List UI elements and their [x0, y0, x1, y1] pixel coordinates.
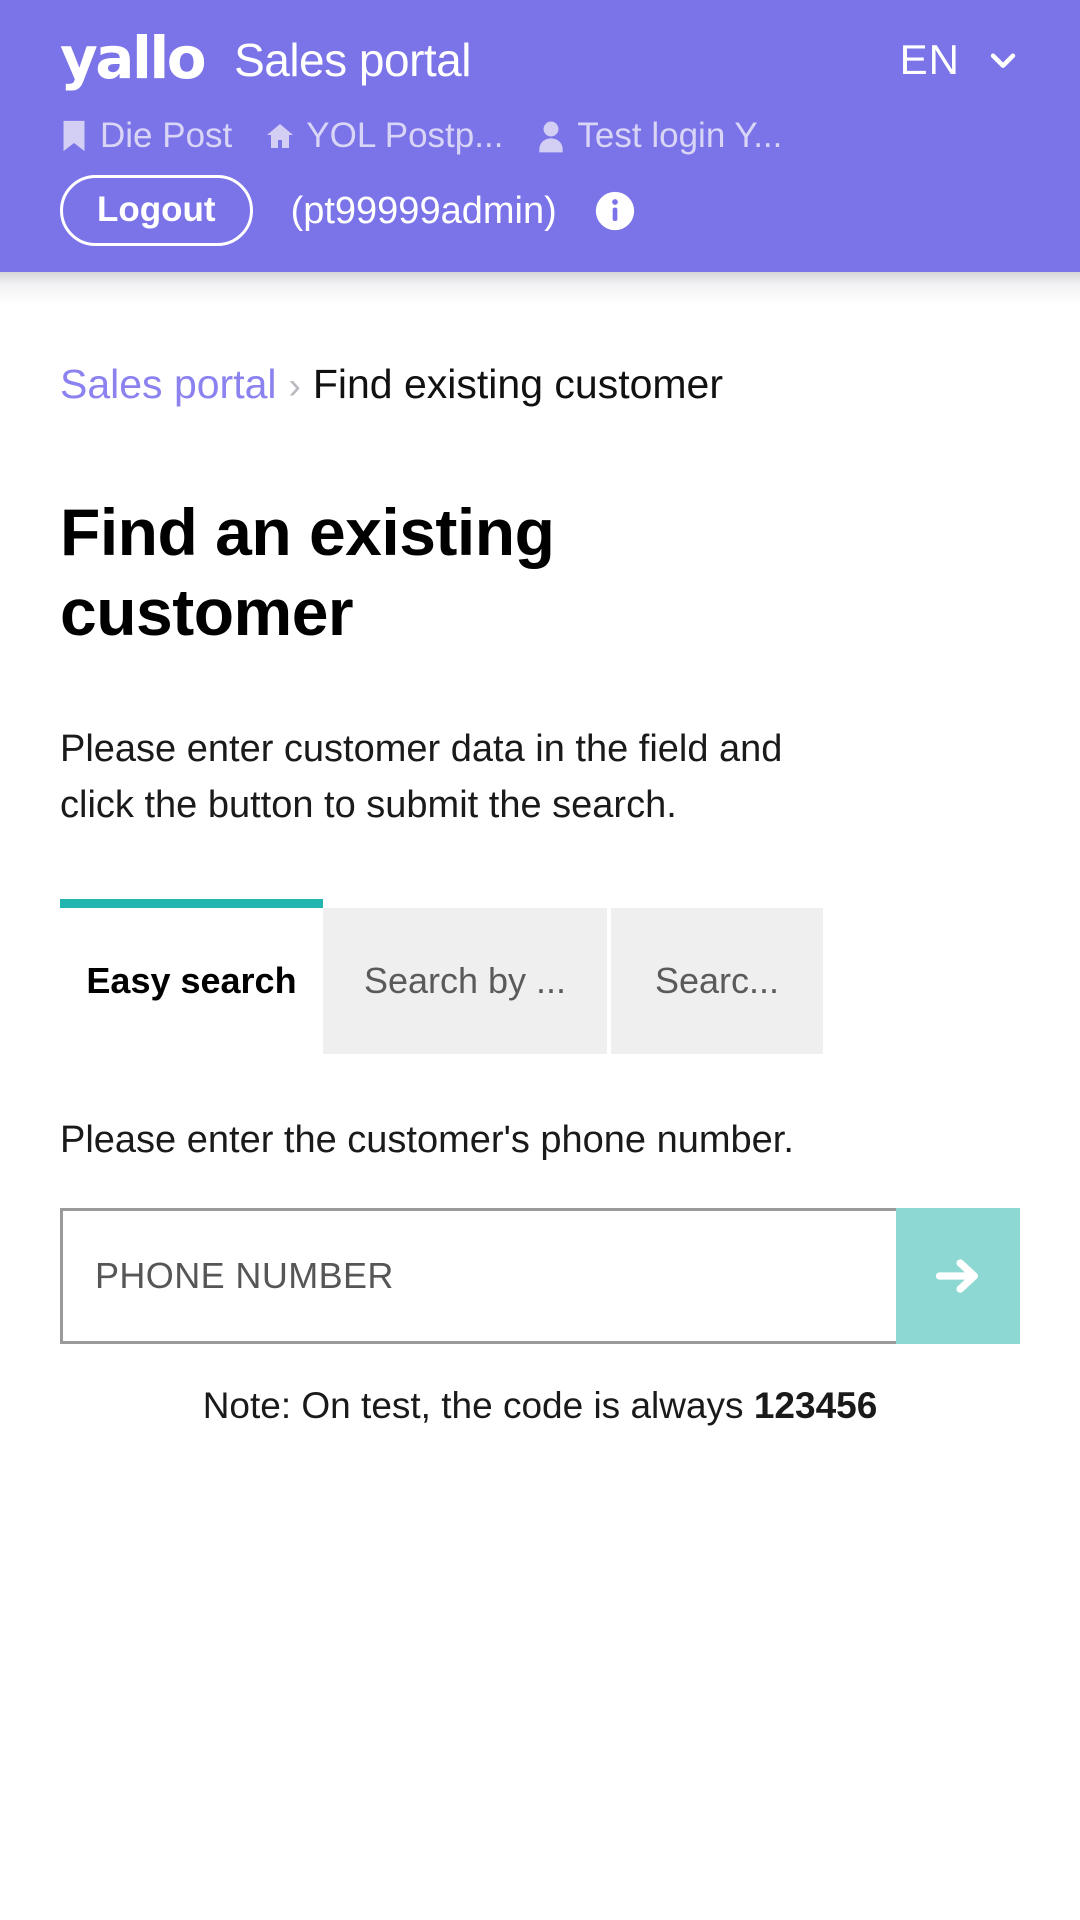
header-shadow	[0, 272, 1080, 306]
nav-item-yol-postpaid[interactable]: YOL Postp...	[266, 118, 503, 153]
page-title: Find an existing customer	[60, 495, 555, 650]
language-code: EN	[899, 36, 960, 83]
yallo-logo[interactable]: yallo	[60, 29, 207, 87]
tab-search-third[interactable]: Searc...	[607, 908, 823, 1055]
nav-item-label: Die Post	[100, 116, 233, 155]
phone-field-label: Please enter the customer's phone number…	[60, 1119, 794, 1162]
user-icon	[537, 119, 565, 153]
tab-label: Easy search	[86, 960, 297, 1002]
arrow-right-icon	[932, 1250, 984, 1302]
nav-item-label: YOL Postp...	[306, 116, 504, 155]
tab-label: Search by ...	[363, 960, 567, 1002]
phone-search-row	[60, 1207, 1020, 1344]
breadcrumb-parent-link[interactable]: Sales portal	[60, 361, 277, 407]
app-header: yallo Sales portal EN Die Post YOL Postp…	[0, 0, 1080, 272]
home-icon	[266, 119, 294, 153]
info-circle-icon[interactable]	[595, 191, 635, 231]
header-nav: Die Post YOL Postp... Test login Y...	[0, 102, 1080, 153]
breadcrumb-separator: ›	[288, 365, 301, 406]
search-mode-tabs: Easy search Search by ... Searc...	[60, 899, 1020, 1055]
main-content: Sales portal › Find existing customer Find…	[0, 360, 1080, 1430]
account-row: Logout (pt99999admin)	[0, 153, 1080, 246]
tab-search-by[interactable]: Search by ...	[323, 908, 607, 1055]
logout-button[interactable]: Logout	[60, 175, 253, 246]
nav-item-die-post[interactable]: Die Post	[60, 118, 232, 153]
portal-title: Sales portal	[234, 34, 471, 86]
account-username: (pt99999admin)	[290, 189, 557, 232]
breadcrumb: Sales portal › Find existing customer	[60, 360, 1020, 409]
chevron-down-icon	[986, 43, 1020, 77]
language-selector[interactable]: EN	[900, 36, 1042, 84]
nav-item-test-login[interactable]: Test login Y...	[537, 118, 782, 153]
brand-row: yallo Sales portal EN	[0, 18, 1080, 102]
tab-easy-search[interactable]: Easy search	[60, 899, 323, 1055]
note-prefix: Note: On test, the code is always	[202, 1384, 754, 1426]
breadcrumb-current: Find existing customer	[312, 361, 724, 407]
intro-text: Please enter customer data in the field …	[60, 727, 783, 827]
test-code-note: Note: On test, the code is always 123456	[60, 1382, 1020, 1430]
submit-search-button[interactable]	[896, 1207, 1020, 1344]
phone-number-input[interactable]	[60, 1207, 896, 1344]
nav-item-label: Test login Y...	[577, 116, 783, 155]
tab-label: Searc...	[654, 960, 780, 1002]
bookmark-icon	[60, 119, 88, 153]
note-code: 123456	[753, 1384, 878, 1426]
